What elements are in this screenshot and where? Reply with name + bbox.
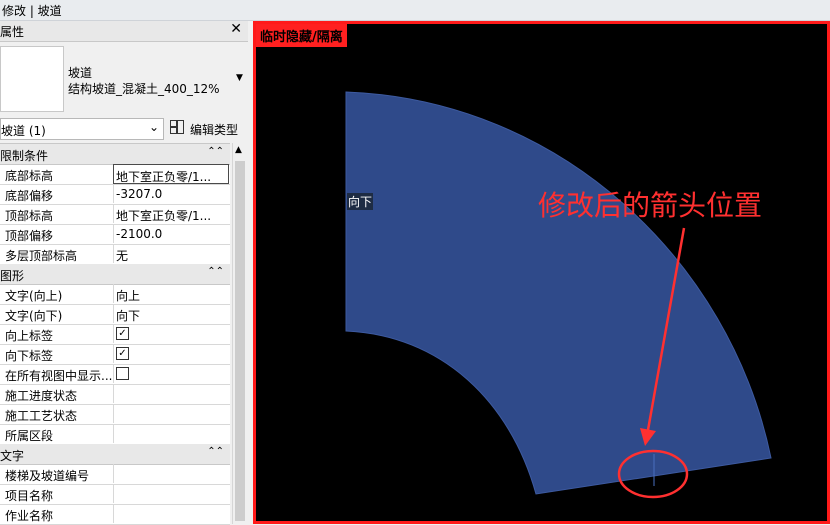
ramp-down-label[interactable]: 向下 bbox=[347, 193, 374, 210]
ramp-shape bbox=[345, 91, 772, 495]
view-graphics bbox=[345, 91, 772, 499]
annotation-text: 修改后的箭头位置 bbox=[538, 189, 763, 222]
